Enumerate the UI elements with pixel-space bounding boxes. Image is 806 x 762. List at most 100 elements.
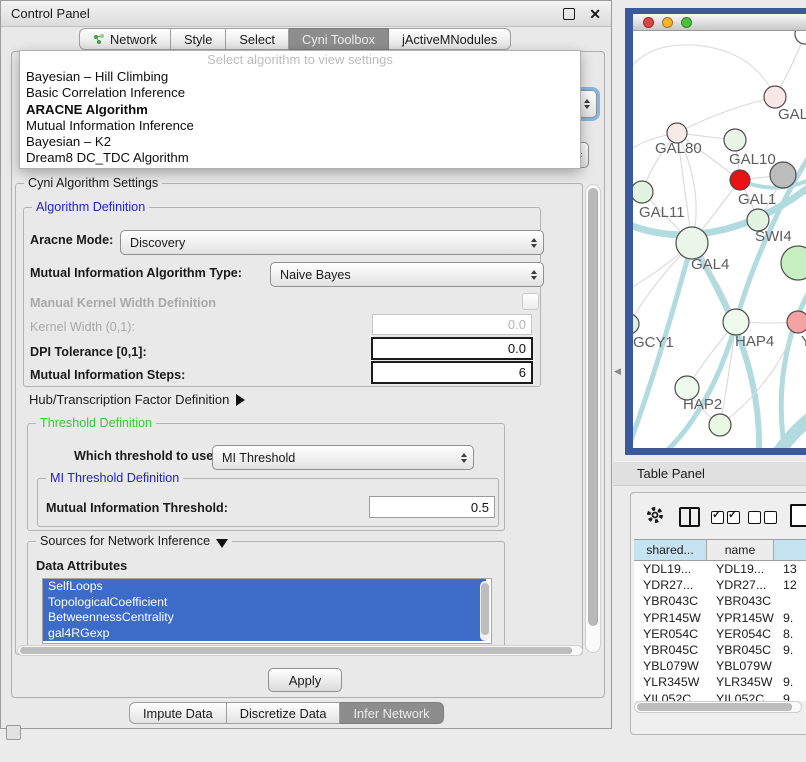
- document-icon[interactable]: [790, 504, 806, 527]
- tab-label: jActiveMNodules: [402, 32, 497, 47]
- minimize-light[interactable]: [662, 17, 673, 28]
- columns-icon[interactable]: [679, 507, 700, 527]
- table-row[interactable]: YBR043CYBR043C: [634, 593, 806, 609]
- scrollbar-thumb[interactable]: [588, 188, 598, 626]
- algorithm-option-bayesian-hill-climbing[interactable]: Bayesian – Hill Climbing: [20, 69, 580, 85]
- table-row[interactable]: YBL079WYBL079W: [634, 658, 806, 674]
- scrollbar-thumb[interactable]: [20, 647, 572, 654]
- deselect-all-icon[interactable]: [748, 511, 761, 524]
- node-label: GAL11: [639, 204, 685, 221]
- network-node-gal4[interactable]: [676, 227, 708, 259]
- manual-kernel-label: Manual Kernel Width Definition: [30, 296, 216, 310]
- mi-type-label: Mutual Information Algorithm Type:: [30, 266, 242, 280]
- settings-vertical-scrollbar[interactable]: [585, 184, 601, 653]
- attribute-item-selfloops[interactable]: SelfLoops: [43, 579, 486, 595]
- network-node-gal10[interactable]: [724, 129, 746, 151]
- table-cell: YBL079W: [634, 659, 707, 673]
- network-node-gal[interactable]: [764, 86, 786, 108]
- tab-cyni-toolbox[interactable]: Cyni Toolbox: [289, 28, 389, 50]
- sources-group: Sources for Network Inference Data Attri…: [27, 541, 505, 647]
- hub-definition-toggle[interactable]: Hub/Transcription Factor Definition: [29, 392, 245, 407]
- minimized-panel-icon[interactable]: [6, 725, 21, 740]
- apply-button[interactable]: Apply: [268, 668, 342, 692]
- node-table: shared...name YDL19...YDL19...13YDR27...…: [634, 539, 806, 701]
- node-label: GAL80: [655, 140, 702, 157]
- network-edge[interactable]: [720, 322, 736, 425]
- tab-style[interactable]: Style: [171, 28, 226, 50]
- manual-kernel-checkbox[interactable]: [522, 293, 539, 310]
- network-node[interactable]: [781, 246, 806, 280]
- tab-select[interactable]: Select: [226, 28, 289, 50]
- attribute-item-betweennesscentrality[interactable]: BetweennessCentrality: [43, 610, 486, 626]
- table-cell: YPR145W: [634, 611, 707, 625]
- table-row[interactable]: YBR045CYBR045C9.: [634, 642, 806, 658]
- attribute-item-gal4rgexp[interactable]: gal4RGexp: [43, 626, 486, 642]
- column-header-name[interactable]: name: [707, 540, 774, 560]
- algorithm-option-aracne-algorithm[interactable]: ARACNE Algorithm: [20, 102, 580, 118]
- network-node[interactable]: [709, 414, 731, 436]
- gear-icon[interactable]: [645, 505, 665, 525]
- tab-infer-network[interactable]: Infer Network: [340, 702, 443, 724]
- column-header-shared[interactable]: shared...: [634, 540, 707, 560]
- algorithm-option-basic-correlation-inference[interactable]: Basic Correlation Inference: [20, 85, 580, 101]
- which-threshold-select[interactable]: MI Threshold: [212, 445, 474, 470]
- network-node-hap4[interactable]: [723, 309, 749, 335]
- network-edge-thick[interactable]: [773, 413, 806, 448]
- table-row[interactable]: YIL052CYIL052C9.: [634, 691, 806, 702]
- close-icon[interactable]: ✕: [589, 9, 601, 19]
- zoom-light[interactable]: [681, 17, 692, 28]
- algorithm-dropdown-popup: Select algorithm to view settings Bayesi…: [19, 50, 581, 169]
- mi-type-select[interactable]: Naive Bayes: [270, 262, 544, 287]
- table-row[interactable]: YPR145WYPR145W9.: [634, 610, 806, 626]
- mi-threshold-field[interactable]: [369, 496, 495, 518]
- tab-impute-data[interactable]: Impute Data: [129, 702, 227, 724]
- algorithm-option-dream8-dc-tdc-algorithm[interactable]: Dream8 DC_TDC Algorithm: [20, 150, 580, 166]
- network-node-gal11[interactable]: [633, 181, 653, 203]
- algorithm-option-mutual-information-inference[interactable]: Mutual Information Inference: [20, 118, 580, 134]
- network-icon: [93, 33, 105, 45]
- table-row[interactable]: YDL19...YDL19...13: [634, 561, 806, 577]
- scrollbar-thumb[interactable]: [637, 703, 792, 711]
- which-threshold-label: Which threshold to use:: [74, 449, 217, 463]
- kernel-width-field[interactable]: [372, 314, 532, 335]
- table-horizontal-scrollbar[interactable]: [634, 701, 802, 713]
- threshold-definition-group: Threshold Definition Which threshold to …: [27, 423, 505, 531]
- table-panel-body: shared...name YDL19...YDL19...13YDR27...…: [630, 492, 806, 735]
- network-node[interactable]: [795, 31, 806, 44]
- mi-steps-field[interactable]: [371, 361, 533, 384]
- node-label: Y: [801, 333, 806, 350]
- panel-divider-collapse-icon[interactable]: ◀: [614, 366, 621, 377]
- data-attributes-list[interactable]: SelfLoopsTopologicalCoefficientBetweenne…: [42, 578, 492, 644]
- algorithm-option-bayesian-k2[interactable]: Bayesian – K2: [20, 134, 580, 150]
- mi-steps-label: Mutual Information Steps:: [30, 368, 185, 382]
- tab-network[interactable]: Network: [79, 28, 171, 50]
- table-row[interactable]: YLR345WYLR345W9.: [634, 674, 806, 690]
- aracne-mode-select[interactable]: Discovery: [120, 230, 544, 255]
- tab-jactivemnodules[interactable]: jActiveMNodules: [389, 28, 511, 50]
- network-node-gcy1[interactable]: [633, 314, 639, 334]
- network-node-y[interactable]: [787, 311, 806, 333]
- dropdown-items: Bayesian – Hill ClimbingBasic Correlatio…: [20, 69, 580, 167]
- network-edge[interactable]: [633, 45, 775, 97]
- network-window-titlebar[interactable]: [633, 14, 806, 31]
- network-node-gal1[interactable]: [730, 170, 750, 190]
- scrollbar-thumb[interactable]: [481, 583, 489, 635]
- table-row[interactable]: YDR27...YDR27...12: [634, 577, 806, 593]
- network-node[interactable]: [770, 162, 796, 188]
- close-light[interactable]: [643, 17, 654, 28]
- network-edge[interactable]: [677, 97, 775, 133]
- settings-horizontal-scrollbar[interactable]: [17, 645, 583, 656]
- list-scrollbar[interactable]: [480, 581, 490, 641]
- combo-arrows-icon: [455, 447, 472, 468]
- dpi-tolerance-field[interactable]: [371, 337, 533, 360]
- tab-discretize-data[interactable]: Discretize Data: [227, 702, 341, 724]
- column-header-item[interactable]: [774, 540, 806, 560]
- apply-button-label: Apply: [289, 673, 322, 688]
- network-canvas[interactable]: GALGAL80GAL10GAL1GAL11GAL4SWI4HAP4YGCY1H…: [633, 31, 806, 448]
- threshold-definition-label: Threshold Definition: [36, 416, 156, 430]
- float-icon[interactable]: [563, 8, 575, 20]
- table-panel-area: Table Panel shared...name YDL19...YDL19.…: [612, 455, 806, 762]
- attribute-item-topologicalcoefficient[interactable]: TopologicalCoefficient: [43, 595, 486, 611]
- select-all-icon[interactable]: [711, 511, 724, 524]
- table-row[interactable]: YER054CYER054C8.: [634, 626, 806, 642]
